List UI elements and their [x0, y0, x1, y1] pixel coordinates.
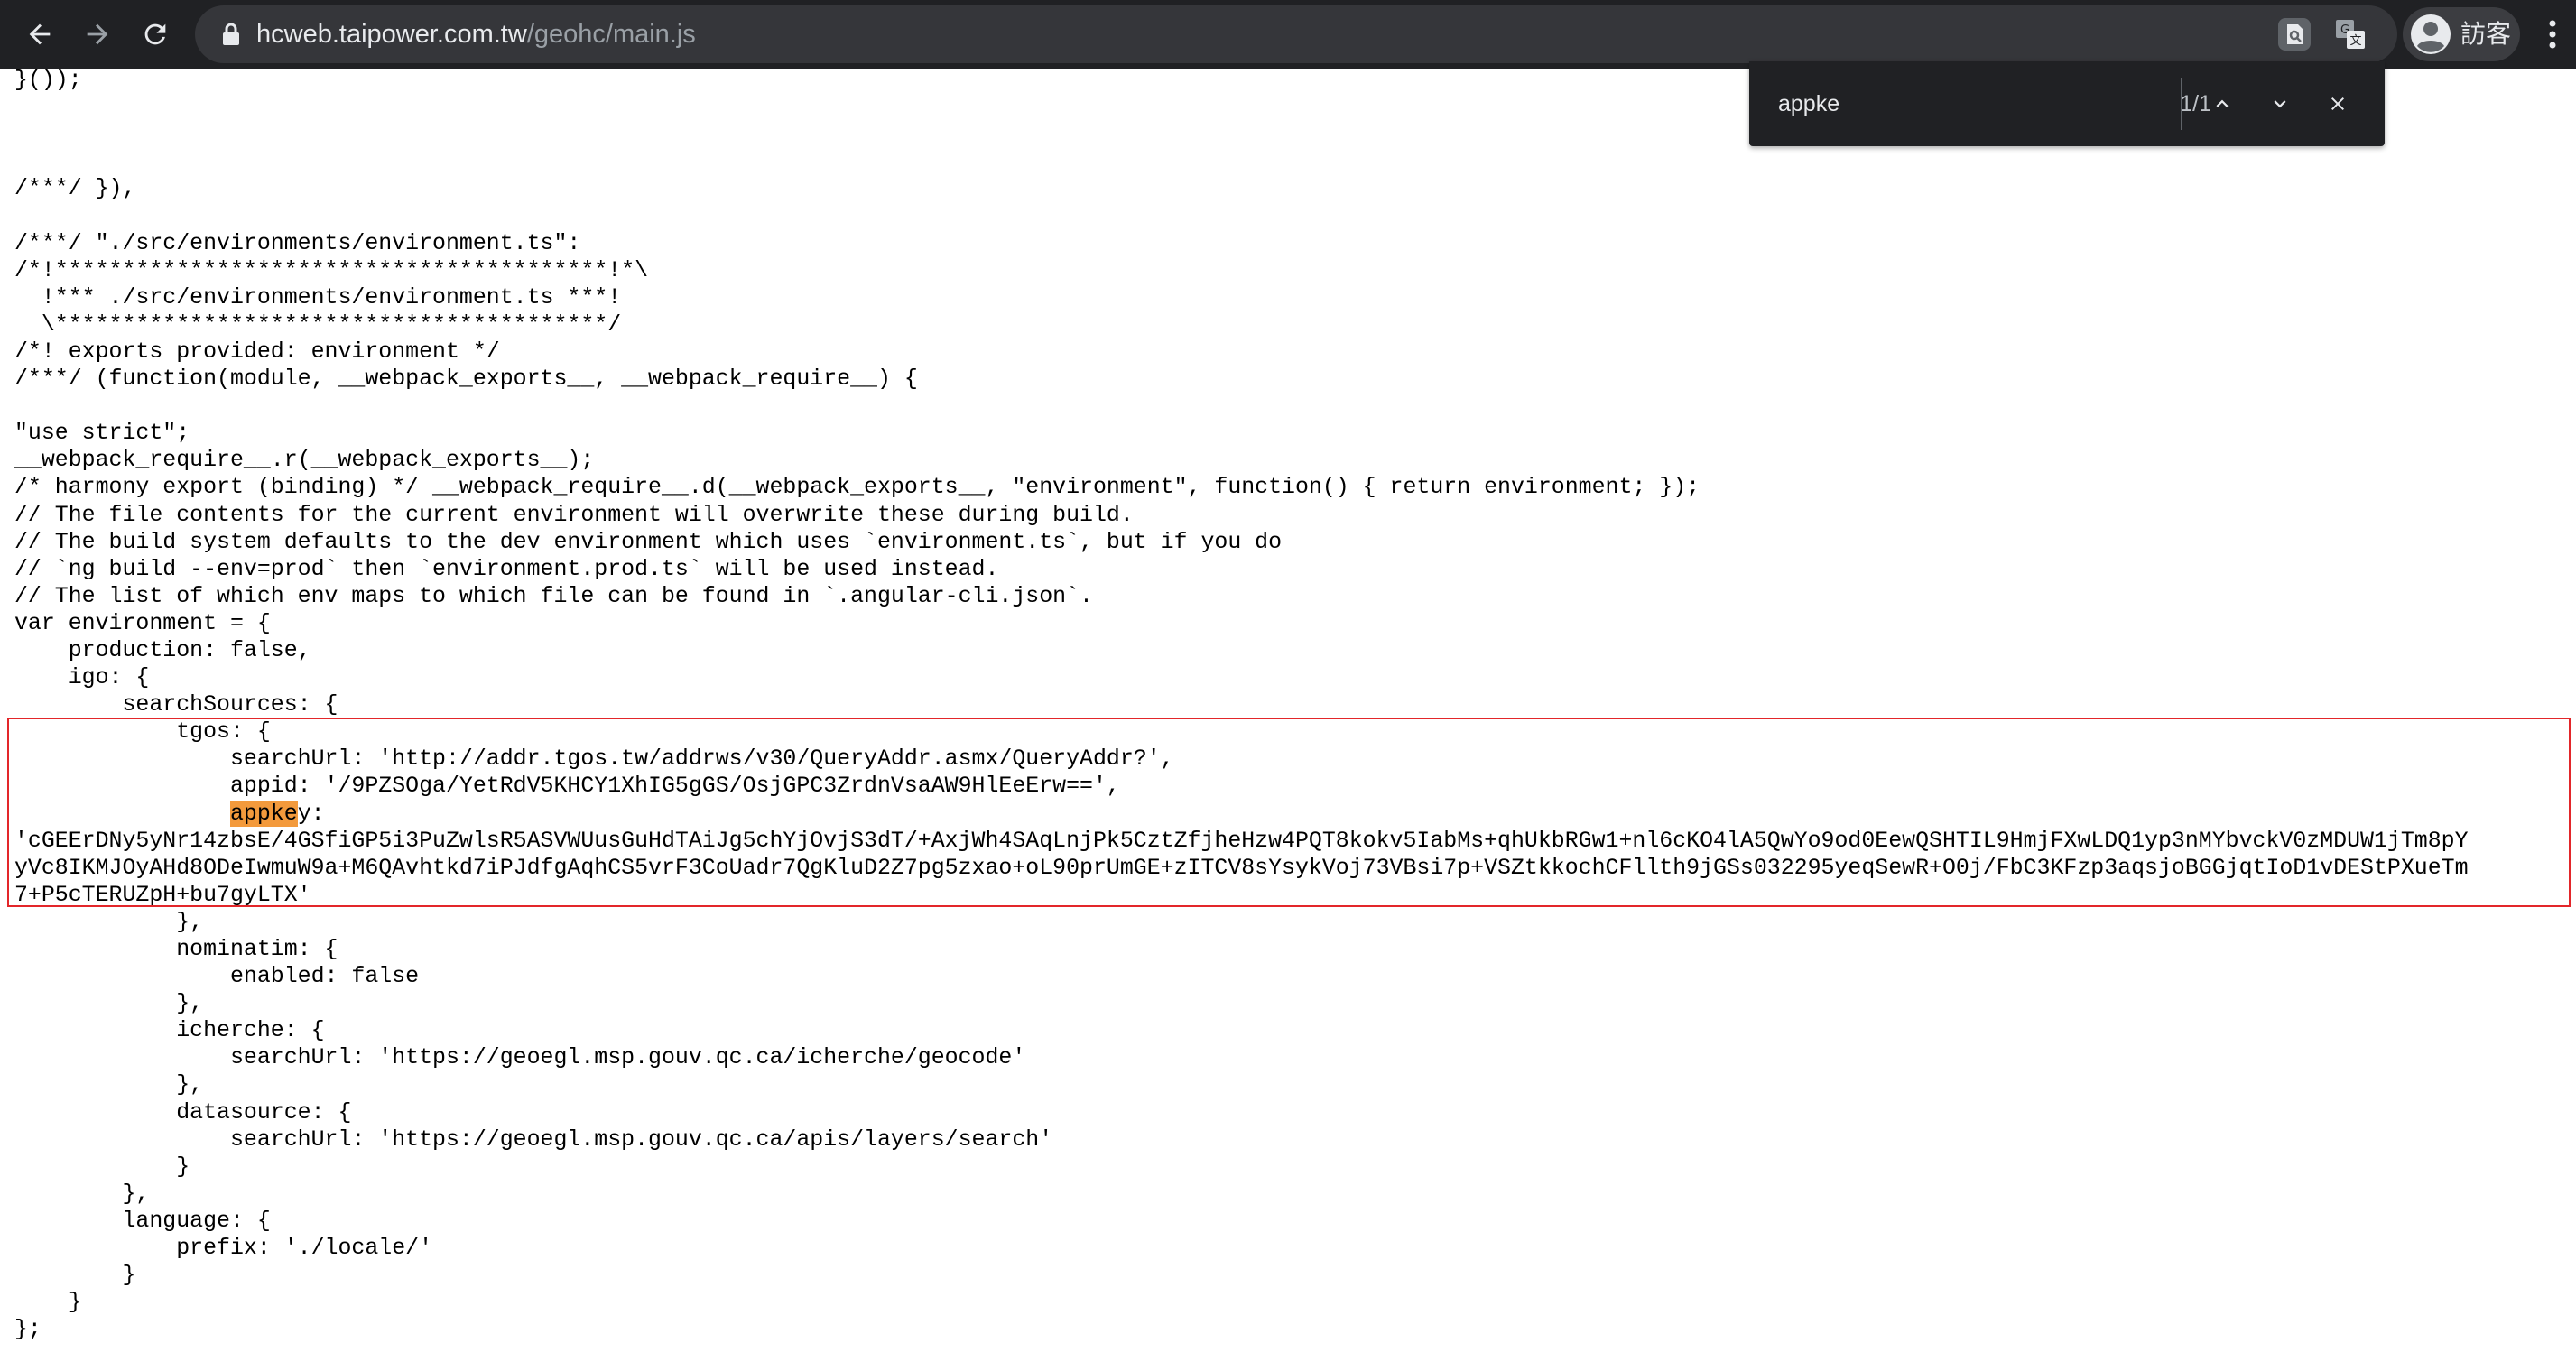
url-host: hcweb.taipower.com.tw: [256, 20, 527, 49]
url-path: /geohc/main.js: [526, 20, 696, 49]
find-bar: appke 1/1: [1749, 61, 2385, 146]
profile-label: 訪客: [2460, 19, 2512, 49]
profile-button[interactable]: 訪客: [2403, 7, 2520, 61]
code-line: \***************************************…: [14, 311, 622, 338]
code-line: /* harmony export (binding) */ __webpack…: [14, 475, 1700, 501]
url-text[interactable]: hcweb.taipower.com.tw/geohc/main.js: [256, 5, 696, 63]
code-line: var environment = {: [14, 610, 271, 636]
code-line: },: [14, 1181, 150, 1207]
annotation-box: [7, 718, 2571, 907]
reload-icon: [144, 23, 166, 45]
find-next-button[interactable]: [2255, 79, 2305, 129]
back-button[interactable]: [14, 9, 65, 60]
svg-text:文: 文: [2349, 34, 2361, 48]
menu-button[interactable]: [2536, 13, 2569, 56]
code-line: }: [14, 1263, 136, 1289]
code-line: }: [14, 1290, 82, 1316]
code-line: }: [14, 1153, 190, 1180]
find-in-page-icon[interactable]: [2271, 11, 2318, 58]
code-line: },: [14, 991, 204, 1017]
code-line: // `ng build --env=prod` then `environme…: [14, 556, 999, 582]
code-line: __webpack_require__.r(__webpack_exports_…: [14, 448, 595, 474]
code-line: },: [14, 1072, 204, 1098]
chevron-down-icon: [2274, 100, 2286, 108]
code-line: /*!*************************************…: [14, 257, 649, 283]
lock-icon[interactable]: [208, 11, 255, 58]
arrow-right-icon: [87, 23, 108, 45]
code-line: // The build system defaults to the dev …: [14, 529, 1283, 555]
reload-button[interactable]: [130, 9, 181, 60]
code-line: production: false,: [14, 637, 311, 663]
three-dots-menu-icon: [2549, 20, 2556, 49]
translate-icon[interactable]: G 文: [2327, 11, 2374, 58]
code-line: searchSources: {: [14, 692, 338, 718]
find-close-button[interactable]: [2312, 79, 2363, 129]
code-line: searchUrl: 'https://geoegl.msp.gouv.qc.c…: [14, 1126, 1053, 1153]
chevron-up-icon: [2216, 99, 2229, 107]
forward-button[interactable]: [72, 9, 123, 60]
address-bar[interactable]: hcweb.taipower.com.tw/geohc/main.js G 文: [195, 5, 2397, 63]
browser-toolbar: hcweb.taipower.com.tw/geohc/main.js G 文: [0, 0, 2576, 69]
code-line: /***/ "./src/environments/environment.ts…: [14, 230, 581, 256]
arrow-left-icon: [29, 23, 51, 45]
find-input[interactable]: appke: [1778, 61, 1839, 146]
close-icon: [2331, 97, 2344, 110]
code-line: enabled: false: [14, 964, 420, 990]
code-line: /*! exports provided: environment */: [14, 338, 500, 365]
code-line: language: {: [14, 1208, 271, 1234]
code-line: /***/ }),: [14, 176, 136, 202]
code-line: searchUrl: 'https://geoegl.msp.gouv.qc.c…: [14, 1045, 1026, 1071]
code-line: icherche: {: [14, 1018, 325, 1044]
code-line: };: [14, 1317, 42, 1343]
code-line: datasource: {: [14, 1099, 352, 1126]
code-line: /***/ (function(module, __webpack_export…: [14, 366, 918, 393]
code-line: prefix: './locale/': [14, 1236, 433, 1262]
code-line: nominatim: {: [14, 937, 338, 962]
code-line: "use strict";: [14, 421, 190, 447]
find-previous-button[interactable]: [2197, 79, 2247, 129]
find-bar-divider: [2181, 78, 2182, 130]
code-line: },: [14, 909, 204, 935]
code-line: // The file contents for the current env…: [14, 502, 1134, 528]
code-line: igo: {: [14, 665, 150, 691]
code-line: // The list of which env maps to which f…: [14, 583, 1093, 609]
code-line: !*** ./src/environments/environment.ts *…: [14, 284, 622, 310]
person-avatar-icon: [2411, 14, 2451, 54]
